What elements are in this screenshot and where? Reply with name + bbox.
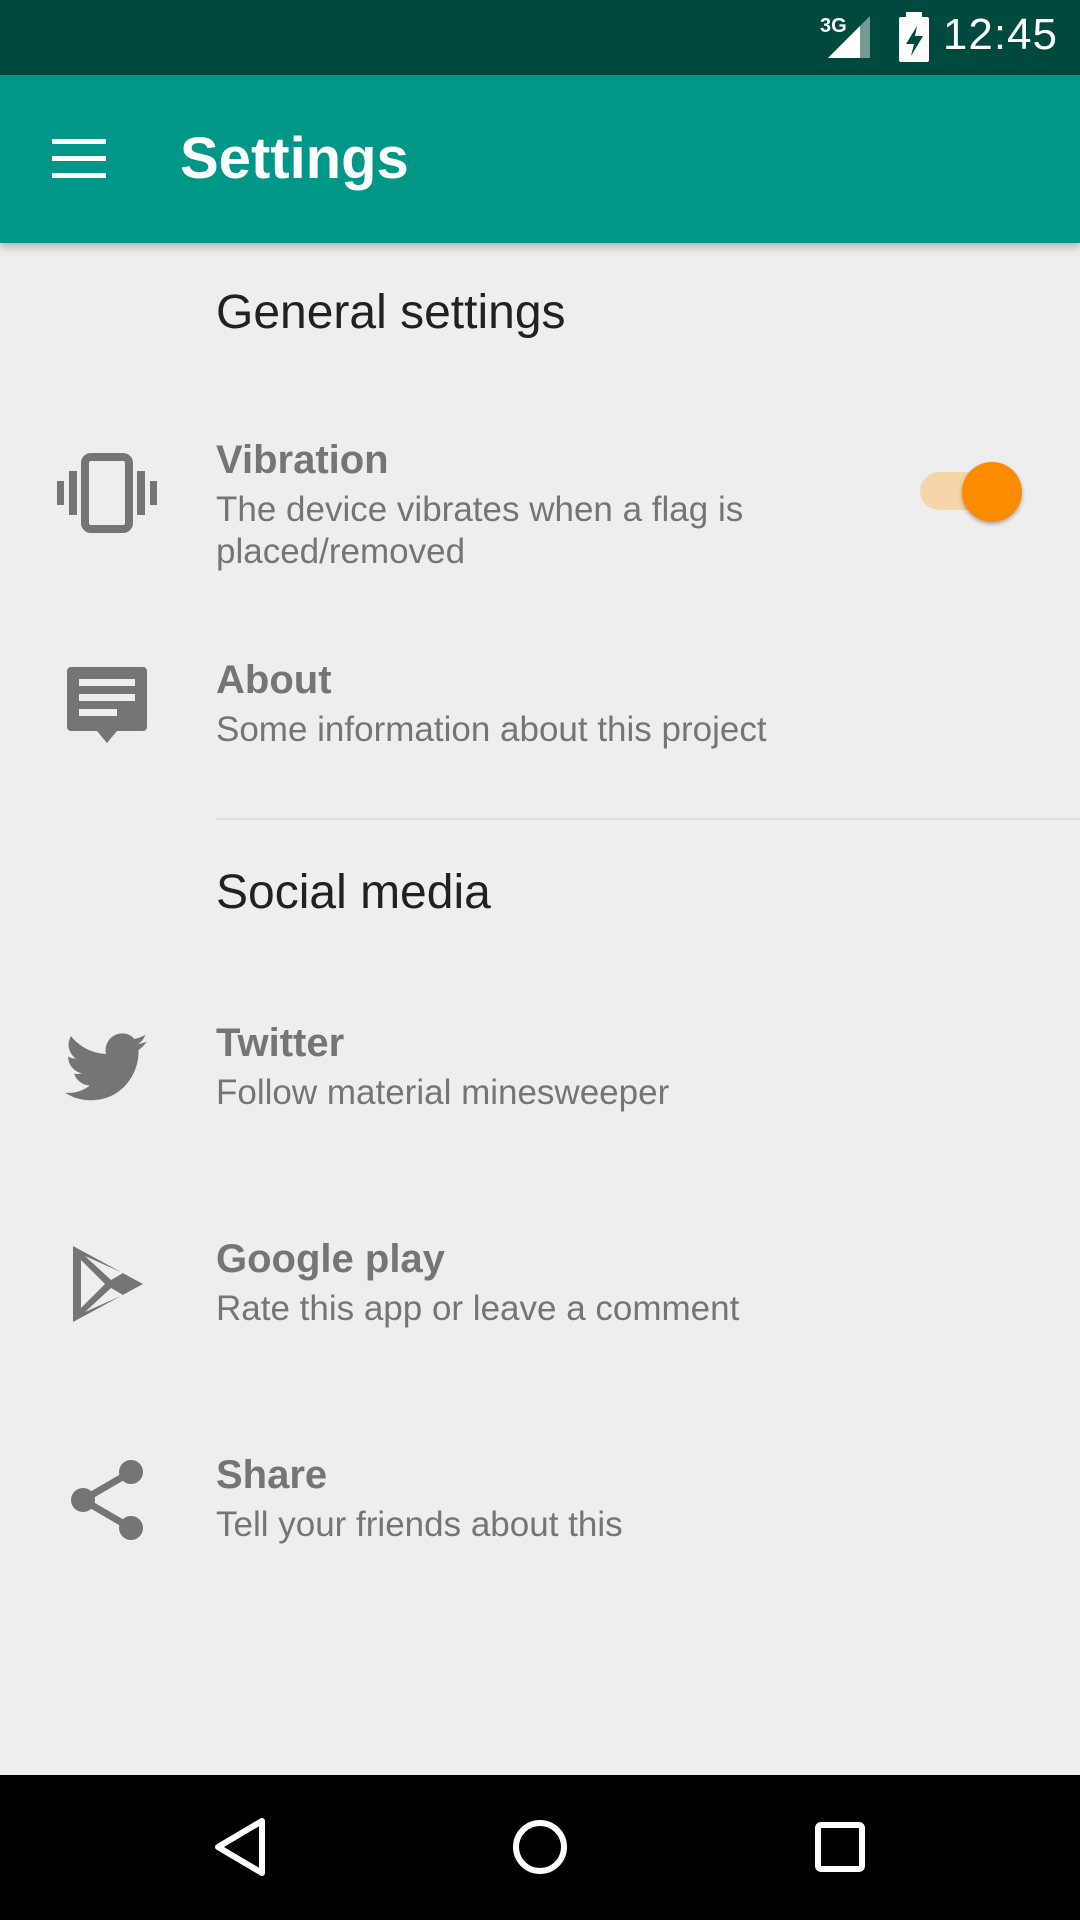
pref-title: Twitter <box>216 1021 345 1065</box>
vibration-toggle[interactable] <box>920 456 1024 522</box>
recents-square-icon <box>815 1822 865 1872</box>
page-title: Settings <box>180 126 409 191</box>
pref-summary: The device vibrates when a flag is place… <box>216 490 744 571</box>
back-triangle-icon <box>215 1818 265 1876</box>
status-time: 12:45 <box>942 10 1058 59</box>
pref-summary: Tell your friends about this <box>216 1505 623 1544</box>
category-general-settings: General settings <box>216 286 566 339</box>
pref-vibration[interactable]: Vibration The device vibrates when a fla… <box>0 438 1080 588</box>
battery-icon <box>896 12 932 67</box>
google-play-icon <box>52 1229 162 1339</box>
pref-share[interactable]: Share Tell your friends about this <box>0 1453 1080 1563</box>
home-button[interactable] <box>490 1797 590 1897</box>
status-bar: 3G 12:45 <box>0 0 1080 75</box>
network-type-label: 3G <box>820 15 847 37</box>
app-bar: Settings <box>0 75 1080 243</box>
signal-icon: 3G <box>818 12 874 65</box>
about-comment-icon <box>52 650 162 760</box>
twitter-icon <box>52 1013 162 1123</box>
settings-list: General settings Vibration The device vi… <box>0 243 1080 1775</box>
pref-twitter[interactable]: Twitter Follow material minesweeper <box>0 1021 1080 1131</box>
navigation-bar <box>0 1775 1080 1920</box>
pref-google-play[interactable]: Google play Rate this app or leave a com… <box>0 1237 1080 1347</box>
pref-summary: Follow material minesweeper <box>216 1073 670 1112</box>
pref-title: Google play <box>216 1237 445 1281</box>
home-circle-icon <box>513 1820 567 1874</box>
pref-title: About <box>216 658 332 702</box>
pref-title: Vibration <box>216 438 389 482</box>
share-icon <box>52 1445 162 1555</box>
hamburger-menu-icon <box>52 139 106 178</box>
vibration-icon <box>52 438 162 548</box>
menu-button[interactable] <box>40 119 120 199</box>
section-divider <box>216 818 1080 820</box>
recents-button[interactable] <box>790 1797 890 1897</box>
pref-summary: Some information about this project <box>216 710 767 749</box>
toggle-thumb <box>962 462 1022 522</box>
category-social-media: Social media <box>216 866 491 919</box>
back-button[interactable] <box>190 1797 290 1897</box>
pref-summary: Rate this app or leave a comment <box>216 1289 740 1328</box>
pref-about[interactable]: About Some information about this projec… <box>0 658 1080 768</box>
pref-title: Share <box>216 1453 328 1497</box>
